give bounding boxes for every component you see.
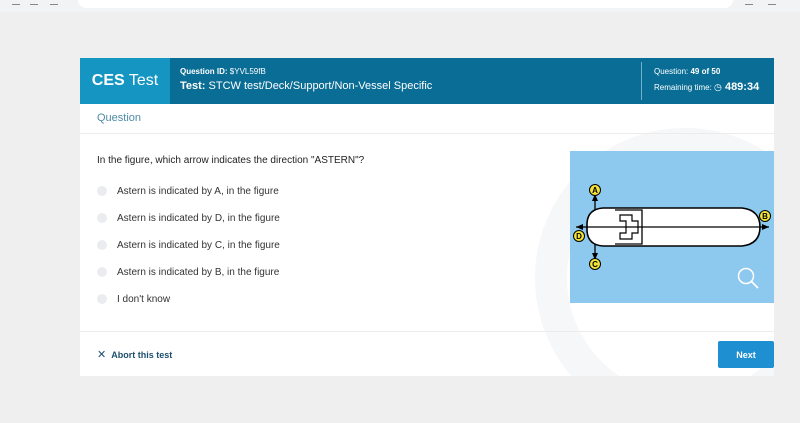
answer-option[interactable]: I don't know bbox=[97, 292, 170, 306]
question-count: Question: 49 of 50 bbox=[654, 67, 721, 76]
question-id: Question ID: $YVL59fB bbox=[180, 67, 266, 76]
header-divider bbox=[641, 62, 642, 100]
forward-icon[interactable] bbox=[30, 0, 38, 5]
footer-divider bbox=[80, 331, 774, 332]
remaining-time: Remaining time: ◷ 489:34 bbox=[654, 81, 760, 93]
answer-option[interactable]: Astern is indicated by B, in the figure bbox=[97, 265, 279, 279]
label-b: B bbox=[762, 212, 768, 221]
clock-icon: ◷ bbox=[714, 82, 722, 92]
answer-label: Astern is indicated by C, in the figure bbox=[117, 239, 280, 251]
address-bar[interactable] bbox=[78, 0, 733, 8]
test-card: CES Test Question ID: $YVL59fB Test: STC… bbox=[80, 58, 774, 376]
radio-button[interactable] bbox=[97, 186, 107, 196]
section-divider bbox=[80, 133, 774, 134]
extension-icon[interactable] bbox=[745, 0, 753, 5]
radio-button[interactable] bbox=[97, 213, 107, 223]
radio-button[interactable] bbox=[97, 267, 107, 277]
radio-button[interactable] bbox=[97, 294, 107, 304]
question-text: In the figure, which arrow indicates the… bbox=[97, 155, 365, 166]
answer-label: Astern is indicated by B, in the figure bbox=[117, 266, 280, 278]
label-c: C bbox=[592, 260, 598, 269]
answer-label: Astern is indicated by A, in the figure bbox=[117, 185, 279, 197]
ship-diagram: A B C D bbox=[570, 151, 774, 303]
brand-logo: CES Test bbox=[80, 58, 170, 104]
close-icon: ✕ bbox=[97, 349, 107, 361]
answer-label: Astern is indicated by D, in the figure bbox=[117, 212, 280, 224]
question-figure[interactable]: A B C D bbox=[570, 151, 774, 303]
answer-option[interactable]: Astern is indicated by D, in the figure bbox=[97, 211, 280, 225]
menu-icon[interactable] bbox=[768, 0, 776, 5]
back-icon[interactable] bbox=[12, 0, 20, 5]
label-d: D bbox=[576, 232, 582, 241]
next-button[interactable]: Next bbox=[718, 341, 774, 368]
label-a: A bbox=[592, 186, 598, 195]
reload-icon[interactable] bbox=[50, 0, 58, 5]
radio-button[interactable] bbox=[97, 240, 107, 250]
browser-toolbar bbox=[0, 0, 800, 12]
answer-label: I don't know bbox=[117, 293, 171, 305]
test-name: Test: STCW test/Deck/Support/Non-Vessel … bbox=[180, 80, 433, 92]
section-label: Question bbox=[97, 112, 142, 124]
answer-option[interactable]: Astern is indicated by A, in the figure bbox=[97, 184, 279, 198]
test-header: CES Test Question ID: $YVL59fB Test: STC… bbox=[80, 58, 774, 104]
answer-option[interactable]: Astern is indicated by C, in the figure bbox=[97, 238, 280, 252]
abort-test-link[interactable]: ✕ Abort this test bbox=[97, 348, 172, 361]
